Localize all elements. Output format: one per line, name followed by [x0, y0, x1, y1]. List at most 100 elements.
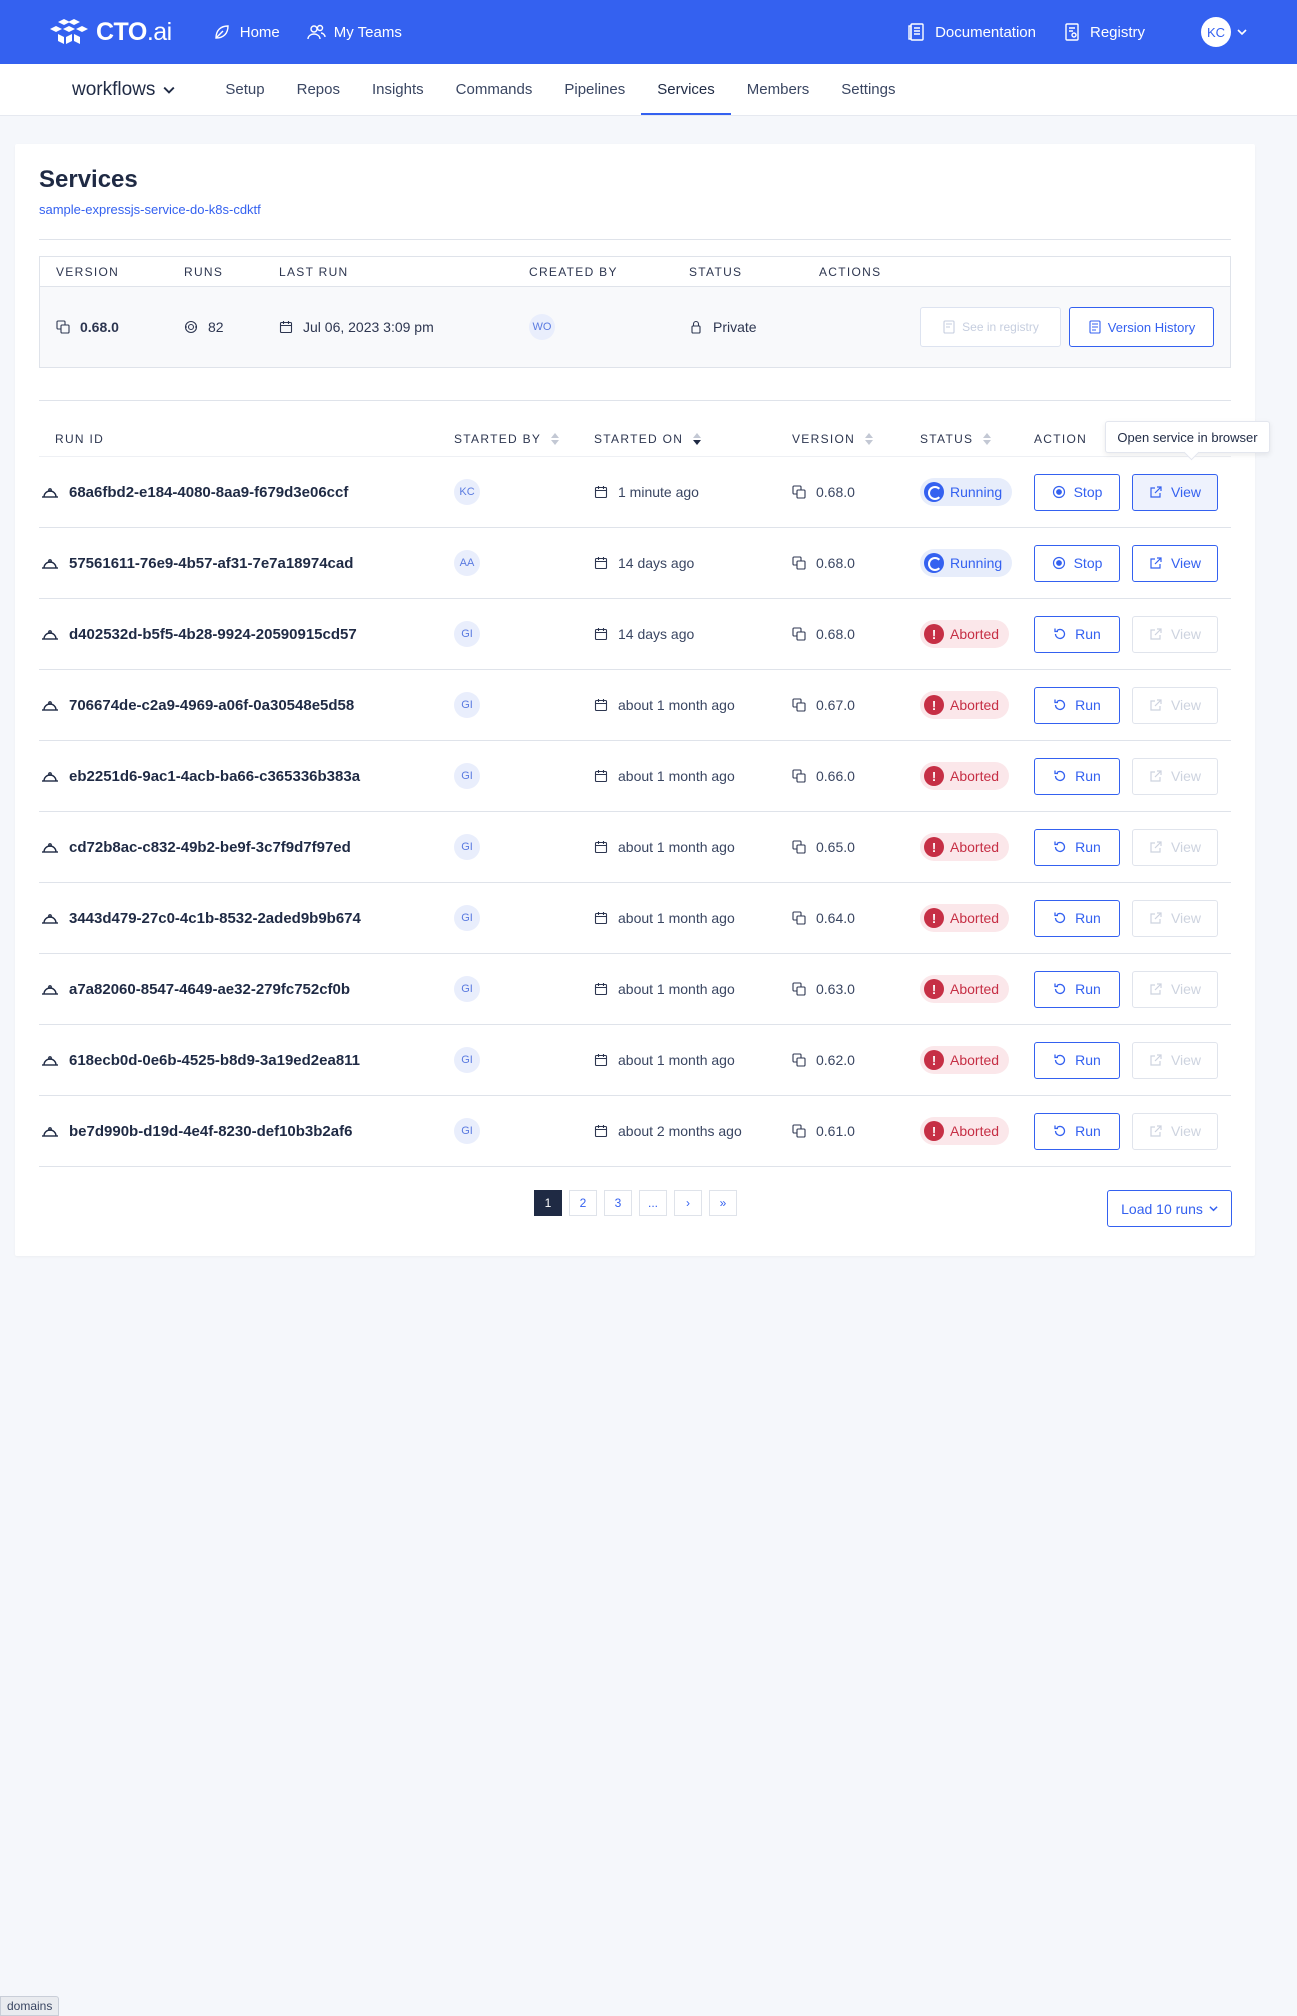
run-id-link[interactable]: cd72b8ac-c832-49b2-be9f-3c7f9d7f97ed: [41, 839, 444, 856]
page-ellipsis[interactable]: ...: [639, 1190, 667, 1216]
tab-pipelines[interactable]: Pipelines: [548, 64, 641, 115]
info-version: 0.68.0: [80, 319, 119, 335]
page-3-button[interactable]: 3: [604, 1190, 632, 1216]
stop-button[interactable]: Stop: [1034, 473, 1120, 511]
view-button[interactable]: View: [1132, 757, 1218, 795]
tab-services[interactable]: Services: [641, 64, 731, 115]
view-button[interactable]: View: [1132, 615, 1218, 653]
tab-settings[interactable]: Settings: [825, 64, 911, 115]
external-link-icon: [1150, 841, 1162, 853]
page-next-button[interactable]: ›: [674, 1190, 702, 1216]
view-button[interactable]: View: [1132, 473, 1218, 511]
run-version: 0.68.0: [816, 555, 855, 571]
run-button[interactable]: Run: [1034, 1112, 1120, 1150]
divider: [39, 239, 1231, 240]
nav-my-teams[interactable]: My Teams: [306, 22, 402, 42]
history-icon: [1089, 320, 1101, 334]
run-id-link[interactable]: eb2251d6-9ac1-4acb-ba66-c365336b383a: [41, 768, 444, 785]
see-in-registry-button[interactable]: See in registry: [920, 307, 1061, 347]
calendar-icon: [594, 770, 608, 783]
page-last-button[interactable]: »: [709, 1190, 737, 1216]
table-row: cd72b8ac-c832-49b2-be9f-3c7f9d7f97ed GI …: [39, 812, 1231, 883]
view-button[interactable]: View: [1132, 1041, 1218, 1079]
avatar: AA: [454, 550, 480, 576]
run-button[interactable]: Run: [1034, 899, 1120, 937]
run-button[interactable]: Run: [1034, 757, 1120, 795]
team-selector[interactable]: workflows: [72, 64, 175, 115]
header-actions: ACTIONS: [819, 264, 882, 279]
service-icon: [42, 701, 58, 711]
tab-repos[interactable]: Repos: [281, 64, 356, 115]
table-row: 706674de-c2a9-4969-a06f-0a30548e5d58 GI …: [39, 670, 1231, 741]
header-version[interactable]: VERSION: [792, 432, 920, 446]
view-button[interactable]: View: [1132, 686, 1218, 724]
registry-icon: [1065, 23, 1079, 41]
copy-versions-icon: [792, 911, 806, 925]
run-id-link[interactable]: 3443d479-27c0-4c1b-8532-2aded9b9b674: [41, 910, 444, 927]
started-on: about 1 month ago: [618, 839, 735, 855]
status-badge: ! Aborted: [920, 833, 1010, 861]
run-button[interactable]: Run: [1034, 615, 1120, 653]
stop-icon: [1052, 485, 1065, 499]
run-button[interactable]: Run: [1034, 828, 1120, 866]
nav-registry[interactable]: Registry: [1062, 22, 1145, 42]
run-version: 0.67.0: [816, 697, 855, 713]
view-button[interactable]: View: [1132, 1112, 1218, 1150]
header-started-on[interactable]: STARTED ON: [594, 432, 792, 446]
service-icon: [42, 1127, 58, 1137]
header-started-by[interactable]: STARTED BY: [444, 432, 594, 446]
version-history-button[interactable]: Version History: [1069, 307, 1214, 347]
run-version: 0.68.0: [816, 484, 855, 500]
exclamation-icon: !: [924, 766, 944, 786]
avatar: GI: [454, 1047, 480, 1073]
header-last-run: LAST RUN: [279, 264, 349, 279]
table-row: 3443d479-27c0-4c1b-8532-2aded9b9b674 GI …: [39, 883, 1231, 954]
user-avatar[interactable]: KC: [1201, 17, 1231, 47]
external-link-icon: [1150, 912, 1162, 924]
run-id-link[interactable]: a7a82060-8547-4649-ae32-279fc752cf0b: [41, 981, 444, 998]
run-id-link[interactable]: 68a6fbd2-e184-4080-8aa9-f679d3e06ccf: [41, 484, 444, 501]
started-on: 1 minute ago: [618, 484, 699, 500]
info-last-run: Jul 06, 2023 3:09 pm: [303, 319, 434, 335]
run-id-link[interactable]: be7d990b-d19d-4e4f-8230-def10b3b2af6: [41, 1123, 444, 1140]
external-link-icon: [1150, 557, 1162, 569]
run-id-link[interactable]: 706674de-c2a9-4969-a06f-0a30548e5d58: [41, 697, 444, 714]
service-icon: [42, 772, 58, 782]
tab-insights[interactable]: Insights: [356, 64, 440, 115]
nav-home[interactable]: Home: [212, 22, 280, 42]
run-button[interactable]: Run: [1034, 1041, 1120, 1079]
run-button[interactable]: Run: [1034, 686, 1120, 724]
view-button[interactable]: View: [1132, 899, 1218, 937]
table-row: 618ecb0d-0e6b-4525-b8d9-3a19ed2ea811 GI …: [39, 1025, 1231, 1096]
load-more-button[interactable]: Load 10 runs: [1107, 1190, 1232, 1227]
run-button[interactable]: Run: [1034, 970, 1120, 1008]
copy-versions-icon: [792, 769, 806, 783]
tab-setup[interactable]: Setup: [209, 64, 280, 115]
header-status[interactable]: STATUS: [920, 432, 1034, 446]
tab-members[interactable]: Members: [731, 64, 826, 115]
avatar: WO: [529, 314, 555, 340]
cto-logo[interactable]: CTO.ai: [50, 17, 172, 47]
header-run-id: RUN ID: [55, 431, 105, 446]
cube-logo-icon: [50, 19, 88, 44]
chevron-down-icon: [1209, 1206, 1218, 1212]
run-id-link[interactable]: 618ecb0d-0e6b-4525-b8d9-3a19ed2ea811: [41, 1052, 444, 1069]
page-2-button[interactable]: 2: [569, 1190, 597, 1216]
view-button[interactable]: View: [1132, 828, 1218, 866]
header-status: STATUS: [689, 264, 743, 279]
status-badge: ! Aborted: [920, 975, 1010, 1003]
calendar-icon: [594, 1125, 608, 1138]
page-1-button[interactable]: 1: [534, 1190, 562, 1216]
run-id-link[interactable]: d402532d-b5f5-4b28-9924-20590915cd57: [41, 626, 444, 643]
view-button[interactable]: View: [1132, 970, 1218, 1008]
header-created-by: CREATED BY: [529, 264, 618, 279]
view-button[interactable]: View: [1132, 544, 1218, 582]
chevron-down-icon: [163, 86, 175, 94]
external-link-icon: [1150, 699, 1162, 711]
run-id-link[interactable]: 57561611-76e9-4b57-af31-7e7a18974cad: [41, 555, 444, 572]
nav-documentation[interactable]: Documentation: [907, 22, 1036, 42]
stop-button[interactable]: Stop: [1034, 544, 1120, 582]
service-name-link[interactable]: sample-expressjs-service-do-k8s-cdktf: [39, 202, 261, 217]
tab-commands[interactable]: Commands: [440, 64, 549, 115]
chevron-down-icon[interactable]: [1237, 27, 1247, 37]
